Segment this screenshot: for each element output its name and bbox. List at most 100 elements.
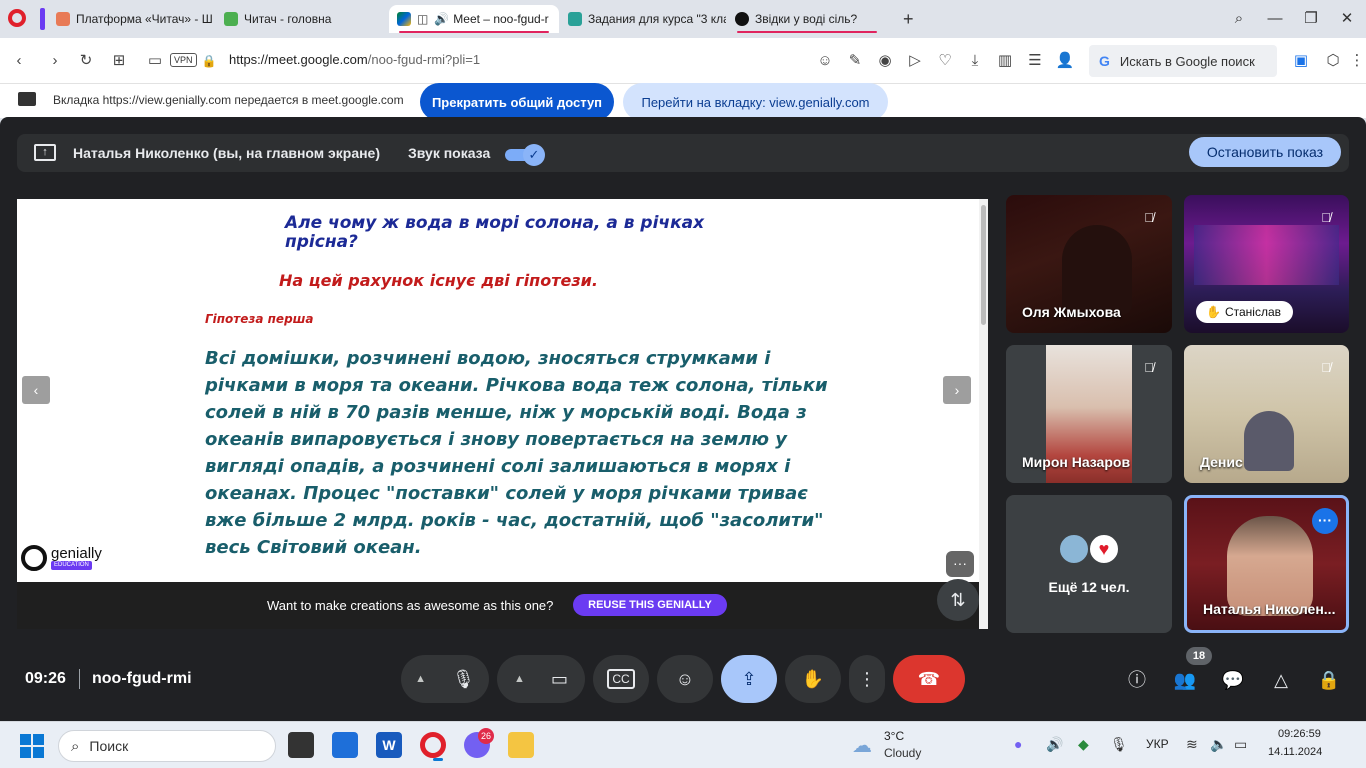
meeting-time: 09:26 <box>25 670 66 687</box>
tab-chytach-home[interactable]: Читач - головна <box>216 5 386 33</box>
restore-icon[interactable]: ❐ <box>1299 8 1323 30</box>
participant-name-text: Станіслав <box>1224 305 1281 319</box>
download-icon[interactable]: ⤓ <box>964 50 986 72</box>
info-icon[interactable]: ⓘ <box>1123 666 1151 694</box>
participant-video <box>1194 225 1339 285</box>
easy-setup-icon[interactable]: ☰ <box>1024 50 1046 72</box>
camera-icon: ▭ <box>550 668 568 689</box>
profile-icon[interactable]: 👤 <box>1054 50 1076 72</box>
windows-start-icon[interactable] <box>20 734 44 758</box>
swap-layout-button[interactable]: ⇅ <box>937 579 979 621</box>
speed-dial-icon[interactable]: ⊞ <box>108 50 130 72</box>
cloud-icon: ☁ <box>852 735 872 757</box>
chevron-up-icon[interactable]: ▲ <box>514 673 525 685</box>
microphone-control[interactable]: ▲ 🎙 <box>401 655 489 703</box>
people-icon[interactable]: 👥 <box>1171 666 1199 694</box>
participant-tile[interactable]: 🎙̸ Мирон Назаров <box>1006 345 1172 483</box>
raise-hand-button[interactable]: ✋ <box>785 655 841 703</box>
slide-scrollbar-thumb[interactable] <box>981 205 986 325</box>
go-to-tab-button[interactable]: Перейти на вкладку: view.genially.com <box>623 83 888 121</box>
camera-control[interactable]: ▲ ▭ <box>497 655 585 703</box>
file-explorer-icon[interactable] <box>508 732 534 758</box>
store-icon[interactable] <box>332 732 358 758</box>
next-slide-button[interactable]: › <box>943 376 971 404</box>
vpn-badge[interactable]: VPN <box>170 53 197 67</box>
url-field[interactable]: https://meet.google.com/noo-fgud-rmi?pli… <box>229 52 480 67</box>
minimize-icon[interactable]: — <box>1263 8 1287 30</box>
extension-icon[interactable]: ▣ <box>1290 50 1312 72</box>
weather-description[interactable]: Cloudy <box>884 746 921 760</box>
host-controls-icon[interactable]: 🔒 <box>1315 666 1343 694</box>
present-button[interactable]: ⇪ <box>721 655 777 703</box>
lock-icon[interactable]: 🔒 <box>198 50 220 72</box>
chevron-up-icon[interactable]: ▲ <box>415 673 426 685</box>
leave-call-button[interactable]: ☎ <box>893 655 965 703</box>
participant-tile[interactable]: 🎙̸ Денис <box>1184 345 1349 483</box>
tab-zadaniya[interactable]: Задания для курса "3 кла <box>560 5 726 33</box>
new-tab-button[interactable]: + <box>903 9 914 30</box>
google-search-label: Искать в Google поиск <box>1119 53 1255 69</box>
genially-logo[interactable]: genially EDUCATION <box>21 545 102 571</box>
more-options-button[interactable]: ⋮ <box>849 655 885 703</box>
tab-zvidky-sil[interactable]: Звідки у воді сіль? <box>727 5 887 33</box>
microphone-tray-icon[interactable]: 🎙 <box>1110 736 1128 753</box>
clock-time[interactable]: 09:26:59 <box>1278 728 1321 740</box>
camera-icon[interactable]: ▭ <box>144 50 166 72</box>
taskbar-search[interactable]: ⌕ Поиск <box>58 730 276 762</box>
emoji-reactions-button[interactable]: ☺ <box>657 655 713 703</box>
wifi-icon[interactable]: ≋ <box>1186 736 1198 753</box>
opera-logo-icon[interactable] <box>8 9 26 27</box>
send-icon[interactable]: ▷ <box>904 50 926 72</box>
emoji-icon[interactable]: ☺ <box>814 50 836 72</box>
cube-icon[interactable]: ⬡ <box>1322 50 1344 72</box>
participant-tile[interactable]: 🎙̸ ✋ Станіслав <box>1184 195 1349 333</box>
participants-count-badge: 18 <box>1186 647 1212 665</box>
stop-presentation-button[interactable]: Остановить показ <box>1189 137 1341 167</box>
google-search-field[interactable]: G Искать в Google поиск <box>1089 45 1277 77</box>
search-tabs-icon[interactable]: ⌕ <box>1227 8 1251 30</box>
reload-icon[interactable]: ↻ <box>75 50 97 72</box>
word-icon[interactable]: W <box>376 732 402 758</box>
hand-icon: ✋ <box>801 668 825 689</box>
input-language[interactable]: УКР <box>1146 737 1169 751</box>
speaker-icon[interactable]: 🔈 <box>1210 736 1227 753</box>
snapshot-icon[interactable]: ◉ <box>874 50 896 72</box>
captions-button[interactable]: CC <box>593 655 649 703</box>
slide-more-options-button[interactable]: ··· <box>946 551 974 577</box>
hand-icon: ✋ <box>1206 305 1221 319</box>
security-tray-icon[interactable]: ◆ <box>1078 736 1089 753</box>
tab-meet[interactable]: ◫ 🔊 Meet – noo-fgud-r <box>389 5 559 33</box>
mic-off-icon: 🎙̸ <box>1144 360 1154 375</box>
viber-tray-icon[interactable]: ● <box>1014 736 1022 752</box>
more-participants-tile[interactable]: ♥ Ещё 12 чел. <box>1006 495 1172 633</box>
opera-icon[interactable] <box>420 732 446 761</box>
sidebar-toggle-icon[interactable]: ▥ <box>994 50 1016 72</box>
self-participant-tile[interactable]: ··· Наталья Николен... <box>1184 495 1349 633</box>
forward-icon[interactable]: › <box>44 50 66 72</box>
volume-tray-icon[interactable]: 🔊 <box>1046 736 1063 753</box>
screen-share-icon <box>18 92 36 106</box>
tab-platform-chytach[interactable]: Платформа «Читач» - Ш <box>48 5 214 33</box>
menu-dots-icon[interactable]: ⋮ <box>1346 50 1366 72</box>
participant-tile[interactable]: 🎙̸ Оля Жмыхова <box>1006 195 1172 333</box>
back-icon[interactable]: ‹ <box>8 50 30 72</box>
slide-question: Але чому ж вода в морі солона, а в річка… <box>285 213 705 252</box>
reuse-genially-button[interactable]: REUSE THIS GENIALLY <box>573 594 727 616</box>
browser-tab-strip: Платформа «Читач» - Ш Читач - головна ◫ … <box>0 0 1366 38</box>
clock-date[interactable]: 14.11.2024 <box>1268 746 1322 758</box>
task-view-icon[interactable] <box>288 732 314 758</box>
weather-temperature[interactable]: 3°C <box>884 729 904 743</box>
more-options-icon[interactable]: ··· <box>1312 508 1338 534</box>
battery-icon[interactable]: ▭ <box>1234 736 1247 753</box>
present-screen-icon: ⇪ <box>741 668 757 689</box>
close-icon[interactable]: ✕ <box>1335 8 1359 30</box>
participant-name: Денис <box>1200 454 1243 470</box>
presentation-sound-toggle[interactable]: ✓ <box>505 144 545 166</box>
previous-slide-button[interactable]: ‹ <box>22 376 50 404</box>
heart-icon[interactable]: ♡ <box>934 50 956 72</box>
chat-icon[interactable]: 💬 <box>1219 666 1247 694</box>
avatar <box>1058 533 1090 565</box>
activities-icon[interactable]: △ <box>1267 666 1295 694</box>
edit-icon[interactable]: ✎ <box>844 50 866 72</box>
stop-sharing-button[interactable]: Прекратить общий доступ <box>420 83 614 121</box>
